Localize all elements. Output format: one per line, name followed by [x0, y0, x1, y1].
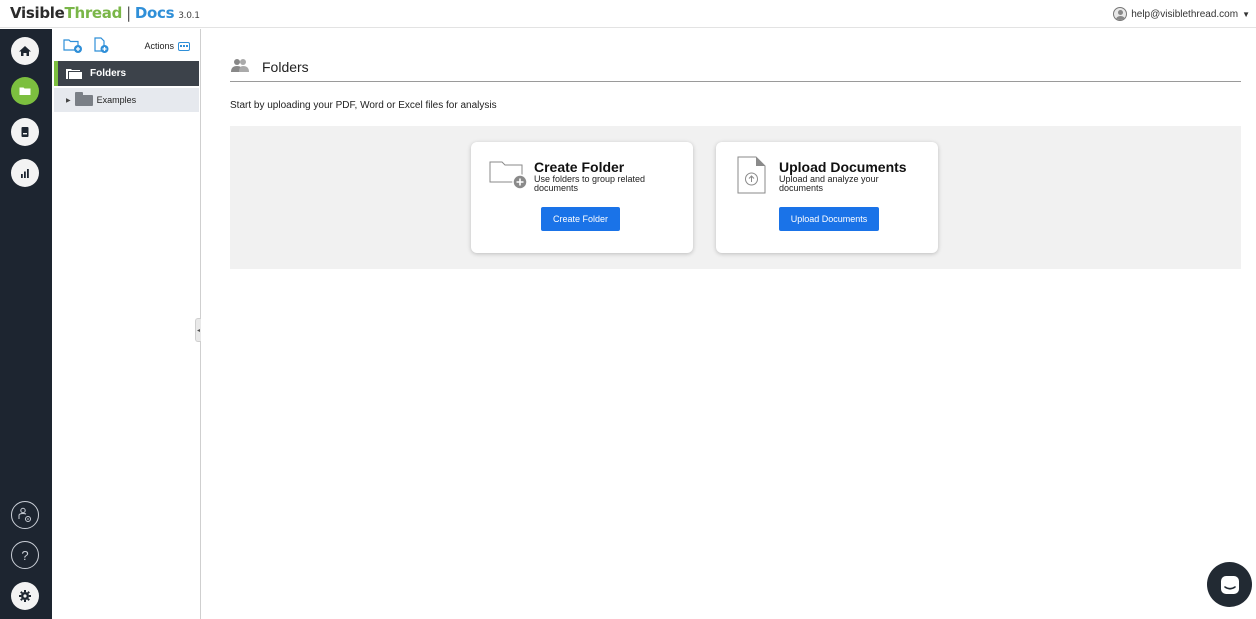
user-avatar-icon — [1113, 7, 1128, 21]
brand-logo[interactable]: VisibleThread | Docs 3.0.1 — [10, 4, 200, 22]
folders-icon — [66, 68, 82, 79]
brand-separator: | — [126, 4, 131, 22]
new-document-icon — [94, 37, 109, 53]
version-label: 3.0.1 — [178, 11, 200, 21]
folder-panel: Actions Folders ▶ Examples — [52, 29, 201, 619]
chat-launcher-button[interactable] — [1207, 562, 1252, 607]
expand-arrow-icon[interactable]: ▶ — [66, 97, 71, 104]
nav-rail: ? — [0, 29, 52, 619]
upload-document-icon — [737, 156, 766, 194]
intro-text: Start by uploading your PDF, Word or Exc… — [230, 100, 497, 111]
user-settings-icon — [18, 507, 31, 522]
create-folder-button[interactable]: Create Folder — [541, 207, 620, 231]
page-header: Folders — [230, 54, 1241, 82]
card-description: Use folders to group related documents — [534, 174, 646, 193]
nav-documents-button[interactable] — [11, 118, 39, 146]
new-folder-icon — [63, 39, 82, 53]
chevron-left-icon: ◂ — [196, 327, 200, 334]
folder-toolbar: Actions — [52, 29, 201, 59]
top-bar: VisibleThread | Docs 3.0.1 help@visiblethre… — [0, 0, 1256, 28]
upload-documents-button[interactable]: Upload Documents — [779, 207, 879, 231]
upload-documents-card: Upload Documents Upload and analyze your… — [716, 142, 938, 253]
nav-help-button[interactable]: ? — [11, 541, 39, 569]
page-title: Folders — [262, 59, 309, 75]
card-title: Create Folder — [534, 159, 625, 175]
folders-users-icon — [231, 59, 249, 72]
user-email: help@visiblethread.com — [1131, 8, 1239, 20]
create-folder-icon — [489, 161, 528, 190]
home-icon — [19, 46, 31, 56]
actions-label: Actions — [144, 41, 174, 51]
document-icon — [21, 127, 29, 137]
brand-name-part1: Visible — [10, 4, 65, 22]
main-content: Folders Start by uploading your PDF, Wor… — [201, 29, 1256, 619]
folder-icon — [19, 87, 31, 95]
nav-home-button[interactable] — [11, 37, 39, 65]
nav-folders-button[interactable] — [11, 77, 39, 105]
folder-icon — [74, 91, 93, 106]
nav-reports-button[interactable] — [11, 159, 39, 187]
chart-icon — [21, 169, 29, 178]
folders-root-label: Folders — [90, 68, 127, 79]
user-menu[interactable]: help@visiblethread.com ▼ — [1113, 7, 1250, 21]
card-description: Upload and analyze your documents — [779, 174, 879, 193]
getting-started-area: Create Folder Use folders to group relat… — [230, 126, 1241, 269]
nav-user-settings-button[interactable] — [11, 501, 39, 529]
create-folder-card: Create Folder Use folders to group relat… — [471, 142, 693, 253]
brand-name-part2: Thread — [64, 4, 123, 22]
tree-item-label: Examples — [96, 95, 137, 105]
actions-menu[interactable]: Actions — [144, 41, 190, 51]
gear-icon — [19, 590, 31, 602]
tree-item-examples[interactable]: ▶ Examples — [54, 88, 199, 112]
nav-settings-button[interactable] — [11, 582, 39, 610]
upload-document-button[interactable] — [92, 36, 112, 54]
new-folder-button[interactable] — [63, 36, 83, 54]
card-title: Upload Documents — [779, 159, 907, 175]
chat-icon — [1220, 575, 1239, 594]
help-icon: ? — [21, 547, 29, 563]
product-name: Docs — [134, 4, 175, 22]
more-dots-icon — [178, 41, 190, 51]
folders-root-item[interactable]: Folders — [54, 61, 199, 86]
caret-down-icon: ▼ — [1242, 9, 1250, 19]
